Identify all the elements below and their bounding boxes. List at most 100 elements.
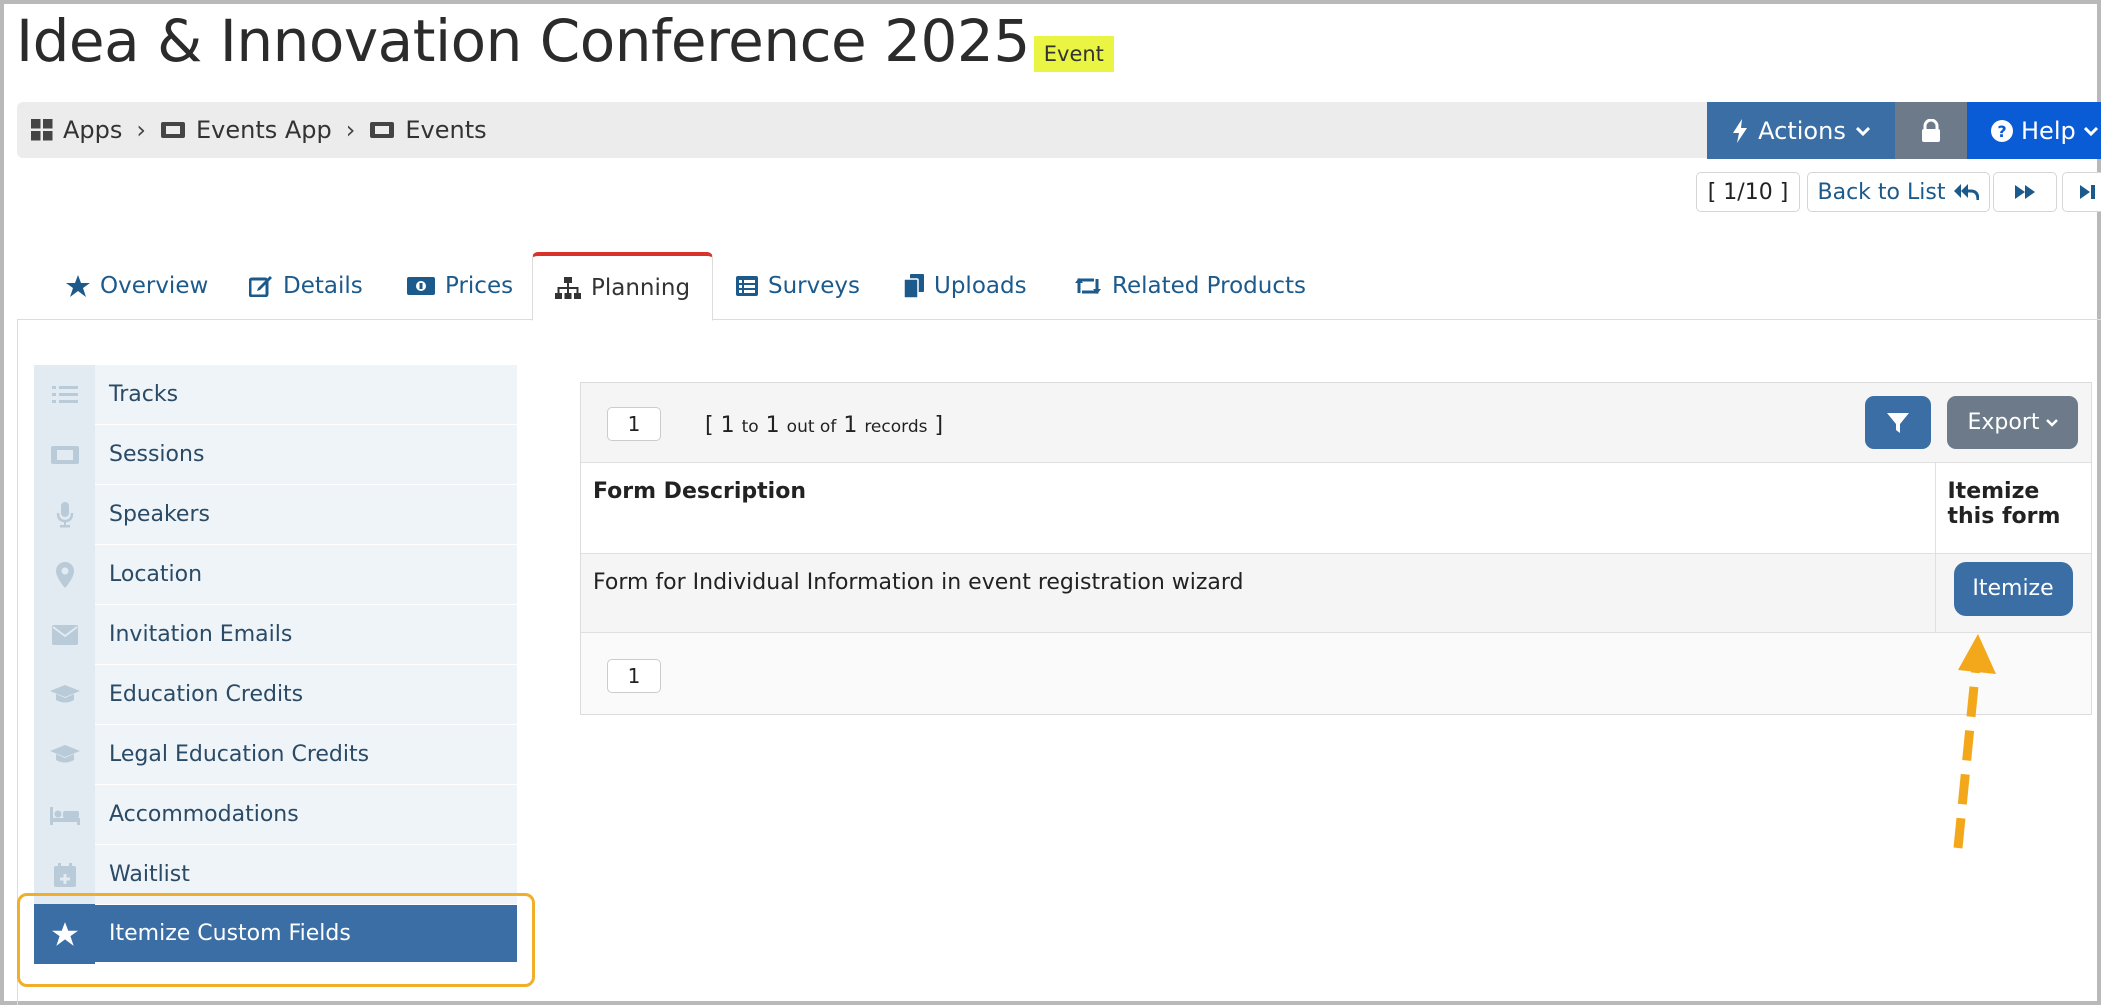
actions-label: Actions [1758, 116, 1846, 145]
page-number-top[interactable]: 1 [607, 407, 661, 441]
action-toolbar: Actions ? Help [1707, 102, 2101, 159]
tab-bar: Overview Details Prices Planning Surveys… [17, 252, 2101, 321]
tab-uploads[interactable]: Uploads [904, 252, 1027, 320]
tab-label: Planning [591, 275, 691, 301]
sidebar-item-label: Invitation Emails [109, 622, 293, 647]
sidebar-item-tracks[interactable]: Tracks [34, 364, 517, 425]
table-header-row: Form Description Itemize this form [581, 463, 2091, 554]
tab-label: Uploads [934, 273, 1027, 299]
records-total: 1 [843, 413, 858, 438]
tab-label: Surveys [768, 273, 860, 299]
records-out-of: out of [786, 417, 837, 437]
export-button[interactable]: Export [1947, 396, 2078, 449]
help-button[interactable]: ? Help [1967, 102, 2101, 159]
envelope-icon [34, 604, 95, 665]
back-to-list-label: Back to List [1817, 179, 1946, 205]
sidebar-item-label: Tracks [109, 382, 179, 407]
records-to-word: to [741, 417, 759, 437]
sidebar-item-accommodations[interactable]: Accommodations [34, 784, 517, 845]
records-to: 1 [765, 413, 780, 438]
records-bracket: ] [934, 413, 944, 438]
export-label: Export [1967, 410, 2040, 435]
help-label: Help [2021, 116, 2076, 145]
filter-icon [1887, 412, 1909, 433]
star-icon [66, 275, 90, 297]
sidebar-item-legal-education-credits[interactable]: Legal Education Credits [34, 724, 517, 785]
table-row: Form for Individual Information in event… [581, 553, 2091, 633]
chevron-right-icon: › [345, 116, 356, 144]
graduation-cap-icon [34, 724, 95, 785]
tab-label: Details [283, 273, 363, 299]
sidebar-item-label: Speakers [109, 502, 210, 527]
tab-surveys[interactable]: Surveys [736, 252, 860, 320]
records-from: 1 [720, 413, 735, 438]
sidebar-item-speakers[interactable]: Speakers [34, 484, 517, 545]
chevron-down-icon [1855, 126, 1870, 136]
form-description-cell: Form for Individual Information in event… [581, 553, 1935, 633]
page-number-bottom[interactable]: 1 [607, 659, 661, 693]
forms-table: Form Description Itemize this form Form … [581, 463, 2091, 633]
lock-button[interactable] [1895, 102, 1967, 159]
tab-overview[interactable]: Overview [66, 252, 208, 320]
actions-button[interactable]: Actions [1707, 102, 1895, 159]
step-forward-icon [2080, 185, 2095, 199]
tab-prices[interactable]: Prices [407, 252, 513, 320]
planning-sidebar: Tracks Sessions Speakers Location Invita… [34, 364, 517, 964]
edit-icon [249, 276, 272, 297]
lock-icon [1922, 118, 1940, 142]
sitemap-icon [555, 277, 581, 299]
column-header-form-description[interactable]: Form Description [581, 463, 1935, 554]
money-icon [407, 277, 435, 295]
itemize-button[interactable]: Itemize [1953, 561, 2073, 616]
breadcrumb-events[interactable]: Events [369, 116, 487, 144]
fast-forward-icon [2015, 185, 2035, 199]
ticket-icon [370, 122, 395, 138]
page-header: Idea & Innovation Conference 2025 Event [16, 6, 1114, 76]
list-icon [34, 364, 95, 425]
breadcrumb-events-app[interactable]: Events App [160, 116, 332, 144]
sidebar-item-label: Waitlist [109, 862, 190, 887]
map-marker-icon [34, 544, 95, 605]
bolt-icon [1733, 118, 1748, 143]
records-summary: [ 1 to 1 out of 1 records ] [705, 413, 943, 438]
sidebar-item-label: Location [109, 562, 203, 587]
tab-label: Related Products [1112, 273, 1306, 299]
bed-icon [34, 784, 95, 845]
chevron-down-icon [2045, 419, 2058, 427]
sidebar-item-label: Accommodations [109, 802, 299, 827]
tab-details[interactable]: Details [249, 252, 363, 320]
filter-button[interactable] [1865, 396, 1931, 449]
breadcrumb-label: Events [405, 116, 487, 144]
tab-label: Overview [100, 273, 209, 299]
tab-label: Prices [445, 273, 514, 299]
sidebar-item-education-credits[interactable]: Education Credits [34, 664, 517, 725]
last-record-button[interactable] [2062, 172, 2101, 212]
question-circle-icon: ? [1991, 119, 2013, 142]
chevron-down-icon [2083, 126, 2098, 136]
breadcrumb-label: Events App [196, 116, 332, 144]
sidebar-item-location[interactable]: Location [34, 544, 517, 605]
event-badge: Event [1033, 36, 1114, 72]
tab-related-products[interactable]: Related Products [1074, 252, 1306, 320]
record-position: [ 1/10 ] [1696, 172, 1800, 212]
sidebar-item-label: Legal Education Credits [109, 742, 370, 767]
column-header-itemize[interactable]: Itemize this form [1934, 463, 2091, 554]
sidebar-item-label: Sessions [109, 442, 205, 467]
next-record-button[interactable] [1993, 172, 2057, 212]
sidebar-item-invitation-emails[interactable]: Invitation Emails [34, 604, 517, 665]
arrow-annotation-icon [1953, 634, 1996, 849]
grid-icon [31, 119, 53, 141]
files-icon [904, 274, 924, 298]
breadcrumb-label: Apps [63, 116, 123, 144]
sidebar-item-sessions[interactable]: Sessions [34, 424, 517, 485]
microphone-icon [34, 484, 95, 545]
forms-grid: 1 [ 1 to 1 out of 1 records ] Export For… [580, 382, 2092, 715]
back-to-list-button[interactable]: Back to List [1807, 172, 1990, 212]
svg-text:?: ? [1997, 122, 2006, 141]
tab-planning[interactable]: Planning [532, 252, 714, 321]
grid-toolbar: 1 [ 1 to 1 out of 1 records ] Export [581, 383, 2091, 463]
breadcrumb-apps[interactable]: Apps [31, 116, 122, 144]
graduation-cap-icon [34, 664, 95, 725]
list-icon [736, 276, 758, 296]
reply-all-icon [1954, 184, 1980, 201]
